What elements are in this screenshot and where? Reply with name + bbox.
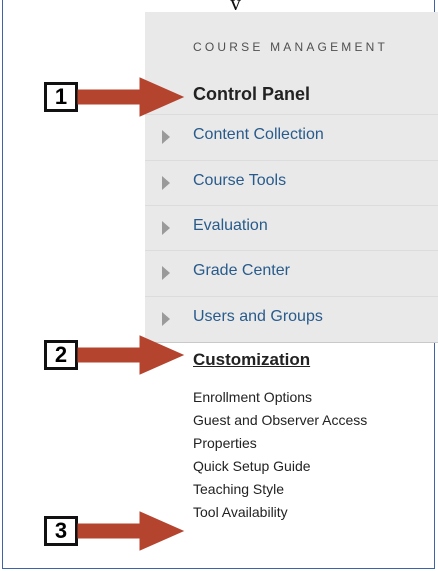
- menu-item-grade-center[interactable]: Grade Center: [145, 250, 438, 294]
- customization-title[interactable]: Customization: [193, 350, 310, 370]
- expand-triangle-icon[interactable]: [162, 312, 170, 326]
- menu-item-users-and-groups[interactable]: Users and Groups: [145, 296, 438, 340]
- callout-arrow-1: [77, 77, 185, 117]
- control-panel-title: Control Panel: [193, 84, 311, 104]
- menu-item-evaluation[interactable]: Evaluation: [145, 205, 438, 249]
- customization-item-properties[interactable]: Properties: [193, 432, 367, 455]
- menu-item-label[interactable]: Grade Center: [193, 262, 290, 280]
- course-management-panel: COURSE MANAGEMENT Control Panel Content …: [145, 12, 438, 343]
- menu-item-label[interactable]: Course Tools: [193, 172, 286, 190]
- menu-item-label[interactable]: Users and Groups: [193, 308, 323, 326]
- customization-item-enrollment-options[interactable]: Enrollment Options: [193, 386, 367, 409]
- header-fragment: y: [230, 0, 350, 10]
- expand-triangle-icon[interactable]: [162, 176, 170, 190]
- callout-arrow-3: [77, 511, 185, 551]
- expand-triangle-icon[interactable]: [162, 266, 170, 280]
- menu-item-label[interactable]: Content Collection: [193, 126, 324, 144]
- customization-list: Enrollment Options Guest and Observer Ac…: [193, 386, 367, 524]
- customization-item-quick-setup-guide[interactable]: Quick Setup Guide: [193, 455, 367, 478]
- menu-item-label[interactable]: Evaluation: [193, 217, 268, 235]
- menu-item-course-tools[interactable]: Course Tools: [145, 160, 438, 204]
- callout-badge-1: 1: [44, 82, 78, 112]
- customization-item-guest-observer-access[interactable]: Guest and Observer Access: [193, 409, 367, 432]
- callout-badge-2: 2: [44, 340, 78, 370]
- callout-badge-3: 3: [44, 516, 78, 546]
- menu-item-content-collection[interactable]: Content Collection: [145, 114, 438, 158]
- course-management-heading: COURSE MANAGEMENT: [193, 40, 389, 54]
- expand-triangle-icon[interactable]: [162, 130, 170, 144]
- customization-item-teaching-style[interactable]: Teaching Style: [193, 478, 367, 501]
- callout-arrow-2: [77, 335, 185, 375]
- expand-triangle-icon[interactable]: [162, 221, 170, 235]
- customization-item-tool-availability[interactable]: Tool Availability: [193, 501, 367, 524]
